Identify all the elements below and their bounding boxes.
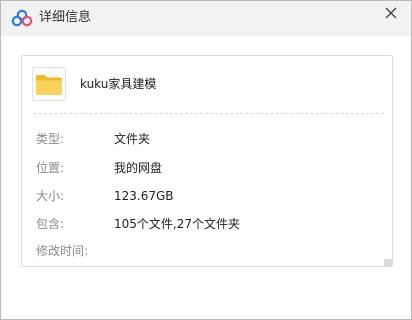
folder-thumbnail bbox=[32, 67, 66, 101]
title-bar[interactable]: 详细信息 bbox=[1, 1, 411, 36]
detail-label: 大小: bbox=[36, 189, 65, 203]
folder-icon bbox=[36, 75, 62, 95]
folder-name: kuku家具建模 bbox=[80, 77, 157, 91]
dialog-title: 详细信息 bbox=[39, 10, 92, 25]
detail-label: 包含: bbox=[36, 217, 65, 231]
detail-label: 位置: bbox=[36, 161, 65, 175]
divider bbox=[34, 113, 384, 114]
detail-label: 类型: bbox=[36, 132, 65, 146]
details-panel: kuku家具建模 类型: 文件夹 位置: 我的网盘 大小: 123.67GB 包… bbox=[21, 55, 393, 267]
detail-value: 105个文件,27个文件夹 bbox=[114, 217, 240, 231]
detail-value: 123.67GB bbox=[114, 189, 174, 203]
detail-label: 修改时间: bbox=[36, 244, 89, 258]
resize-grip[interactable] bbox=[384, 259, 392, 267]
cloud-icon bbox=[11, 9, 33, 27]
detail-value: 我的网盘 bbox=[114, 161, 163, 175]
detail-value: 文件夹 bbox=[114, 132, 151, 146]
details-dialog: 详细信息 kuku家具建模 类型: 文件夹 位置: 我的网盘 大小: 123.6… bbox=[0, 0, 412, 320]
close-icon[interactable] bbox=[383, 5, 399, 21]
